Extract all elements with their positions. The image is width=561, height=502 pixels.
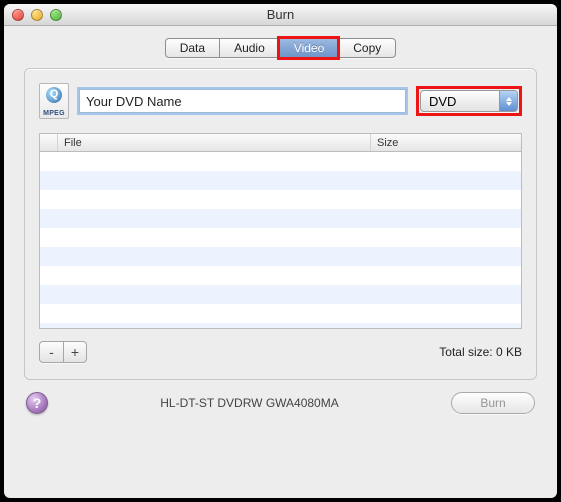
table-header: File Size: [40, 134, 521, 152]
table-row: [40, 190, 521, 209]
table-footer-row: - + Total size: 0 KB: [39, 341, 522, 363]
add-button[interactable]: +: [63, 341, 87, 363]
burn-button-label: Burn: [480, 396, 505, 410]
tab-copy-label: Copy: [353, 41, 381, 55]
column-file-label: File: [64, 137, 82, 149]
minimize-icon[interactable]: [31, 9, 43, 21]
column-handle[interactable]: [40, 134, 58, 151]
format-highlight-box: DVD: [416, 86, 522, 116]
mpeg-file-icon: MPEG: [39, 83, 69, 119]
burn-button[interactable]: Burn: [451, 392, 535, 414]
table-body[interactable]: [40, 152, 521, 329]
updown-icon: [499, 91, 517, 111]
tab-audio[interactable]: Audio: [219, 38, 279, 58]
help-button[interactable]: ?: [26, 392, 48, 414]
table-row: [40, 171, 521, 190]
table-row: [40, 266, 521, 285]
format-dropdown-value: DVD: [421, 94, 499, 109]
format-dropdown[interactable]: DVD: [420, 90, 518, 112]
column-size-label: Size: [377, 137, 398, 149]
main-panel: MPEG DVD File Size: [24, 68, 537, 380]
file-table: File Size: [39, 133, 522, 329]
tab-copy[interactable]: Copy: [338, 38, 396, 58]
total-size-value: 0 KB: [496, 345, 522, 359]
device-label: HL-DT-ST DVDRW GWA4080MA: [60, 396, 439, 410]
help-icon: ?: [33, 395, 42, 411]
table-row: [40, 209, 521, 228]
tab-video-label: Video: [294, 41, 324, 55]
total-size-label: Total size:: [439, 345, 492, 359]
tab-segmented-control: Data Audio Video Copy: [165, 38, 397, 58]
minus-icon: -: [49, 344, 54, 360]
table-row: [40, 285, 521, 304]
mpeg-icon-caption: MPEG: [43, 110, 65, 118]
tab-video[interactable]: Video: [279, 38, 338, 58]
table-row: [40, 247, 521, 266]
zoom-icon[interactable]: [50, 9, 62, 21]
footer: ? HL-DT-ST DVDRW GWA4080MA Burn: [4, 392, 557, 428]
column-size[interactable]: Size: [371, 134, 521, 151]
tab-data[interactable]: Data: [165, 38, 219, 58]
tab-audio-label: Audio: [234, 41, 265, 55]
app-window: Burn Data Audio Video Copy MPEG DVD: [4, 4, 557, 498]
table-row: [40, 323, 521, 329]
table-row: [40, 228, 521, 247]
total-size: Total size: 0 KB: [439, 345, 522, 359]
titlebar[interactable]: Burn: [4, 4, 557, 26]
tab-bar: Data Audio Video Copy: [4, 26, 557, 68]
close-icon[interactable]: [12, 9, 24, 21]
disc-name-input[interactable]: [79, 89, 406, 113]
window-title: Burn: [4, 7, 557, 22]
window-controls: [4, 9, 62, 21]
name-row: MPEG DVD: [39, 83, 522, 119]
remove-button[interactable]: -: [39, 341, 63, 363]
table-row: [40, 304, 521, 323]
table-row: [40, 152, 521, 171]
tab-data-label: Data: [180, 41, 205, 55]
plus-icon: +: [71, 344, 79, 360]
add-remove-group: - +: [39, 341, 87, 363]
column-file[interactable]: File: [58, 134, 371, 151]
